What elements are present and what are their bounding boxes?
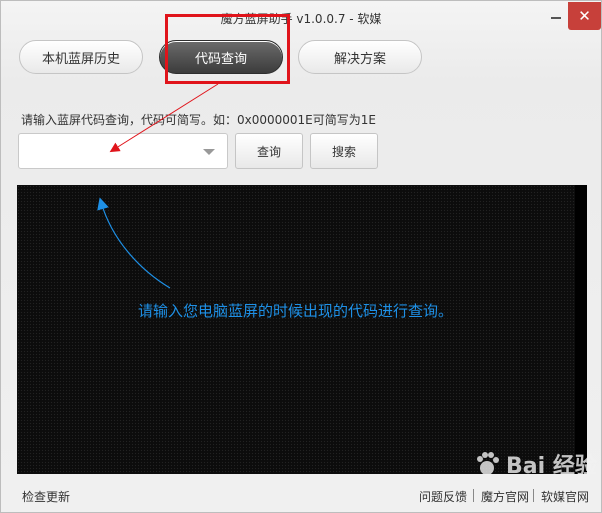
query-hint-label: 请输入蓝屏代码查询，代码可简写。如：0x0000001E可简写为1E — [21, 113, 376, 127]
code-input-combobox[interactable] — [18, 133, 228, 169]
close-icon: ✕ — [578, 7, 591, 25]
watermark-text: Bai 经验 — [506, 454, 597, 479]
paw-icon — [477, 452, 499, 475]
title-bar[interactable]: 魔方蓝屏助手 v1.0.0.7 - 软媒 ✕ — [1, 1, 601, 33]
minimize-button[interactable] — [543, 2, 569, 30]
query-button-label: 查询 — [256, 144, 281, 159]
result-message: 请输入您电脑蓝屏的时候出现的代码进行查询。 — [138, 302, 454, 320]
minimize-icon — [551, 17, 561, 19]
tab-label: 解决方案 — [333, 51, 386, 67]
result-panel: 请输入您电脑蓝屏的时候出现的代码进行查询。 — [17, 185, 587, 474]
tab-label: 本机蓝屏历史 — [41, 51, 120, 67]
footer-divider — [473, 489, 474, 502]
search-button-label: 搜索 — [331, 144, 356, 159]
check-update-link[interactable]: 检查更新 — [22, 488, 70, 505]
annotation-highlight-box — [165, 14, 290, 84]
dropdown-arrow-icon[interactable] — [203, 149, 215, 155]
feedback-link[interactable]: 问题反馈 — [419, 488, 467, 505]
baidu-watermark: Bai 经验 — [472, 440, 597, 488]
tab-local-bsod-history[interactable]: 本机蓝屏历史 — [19, 40, 143, 74]
tab-solutions[interactable]: 解决方案 — [298, 40, 422, 74]
footer-divider — [533, 489, 534, 502]
app-window: 魔方蓝屏助手 v1.0.0.7 - 软媒 ✕ 本机蓝屏历史 代码查询 解决方案 … — [0, 0, 602, 513]
mofang-site-link[interactable]: 魔方官网 — [481, 488, 529, 505]
close-button[interactable]: ✕ — [568, 2, 601, 30]
ruanmei-site-link[interactable]: 软媒官网 — [541, 488, 589, 505]
search-button[interactable]: 搜索 — [310, 133, 378, 169]
query-button[interactable]: 查询 — [235, 133, 303, 169]
window-title: 魔方蓝屏助手 v1.0.0.7 - 软媒 — [220, 12, 382, 26]
